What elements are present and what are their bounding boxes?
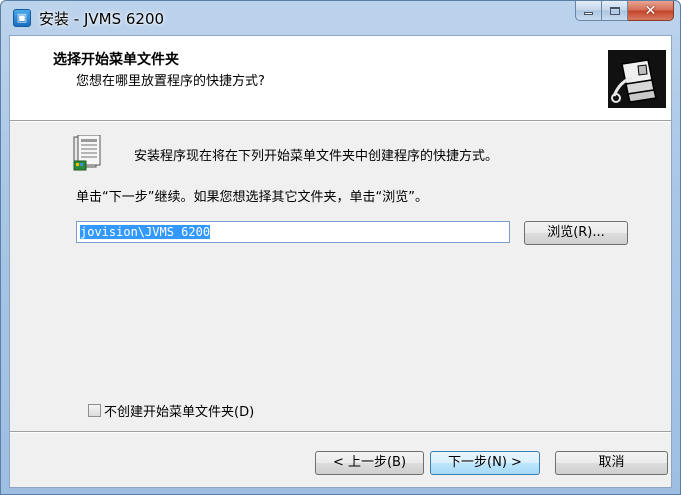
close-button[interactable]: ✕ (628, 1, 674, 21)
selected-path-text: jovision\JVMS 6200 (80, 225, 211, 239)
close-icon: ✕ (644, 2, 657, 19)
start-menu-folder-icon (72, 134, 106, 171)
computer-install-icon (608, 50, 666, 108)
page-subtitle: 您想在哪里放置程序的快捷方式? (76, 74, 265, 89)
intro-text: 安装程序现在将在下列开始菜单文件夹中创建程序的快捷方式。 (134, 149, 499, 164)
wizard-header: 选择开始菜单文件夹 您想在哪里放置程序的快捷方式? (10, 36, 671, 121)
no-start-menu-folder-option[interactable]: 不创建开始菜单文件夹(D) (88, 401, 254, 420)
no-start-menu-folder-label[interactable]: 不创建开始菜单文件夹(D) (104, 401, 254, 420)
footer-divider (10, 431, 671, 433)
browse-button[interactable]: 浏览(R)... (524, 221, 628, 245)
window-title: 安装 - JVMS 6200 (39, 10, 165, 28)
maximize-icon (609, 6, 620, 15)
cancel-button[interactable]: 取消 (555, 451, 668, 475)
page-title: 选择开始菜单文件夹 (53, 52, 179, 68)
no-start-menu-folder-checkbox[interactable] (88, 404, 101, 417)
installer-window: ▣ 安装 - JVMS 6200 ✕ 选择开始菜单文件夹 您想在哪里放置程序的快… (0, 0, 681, 495)
back-button[interactable]: < 上一步(B) (315, 451, 424, 475)
installer-app-icon: ▣ (13, 9, 31, 27)
dialog-client-area: 选择开始菜单文件夹 您想在哪里放置程序的快捷方式? 安装程序现在将在下列开始菜单… (9, 35, 672, 488)
title-bar[interactable]: ▣ 安装 - JVMS 6200 ✕ (1, 1, 680, 35)
next-button[interactable]: 下一步(N) > (430, 451, 540, 475)
instruction-text: 单击“下一步”继续。如果您想选择其它文件夹，单击“浏览”。 (76, 190, 428, 205)
minimize-button[interactable] (575, 1, 602, 21)
maximize-button[interactable] (602, 1, 628, 21)
minimize-icon (584, 12, 593, 15)
start-menu-folder-input[interactable]: jovision\JVMS 6200 (76, 221, 510, 243)
caption-buttons: ✕ (575, 1, 674, 21)
